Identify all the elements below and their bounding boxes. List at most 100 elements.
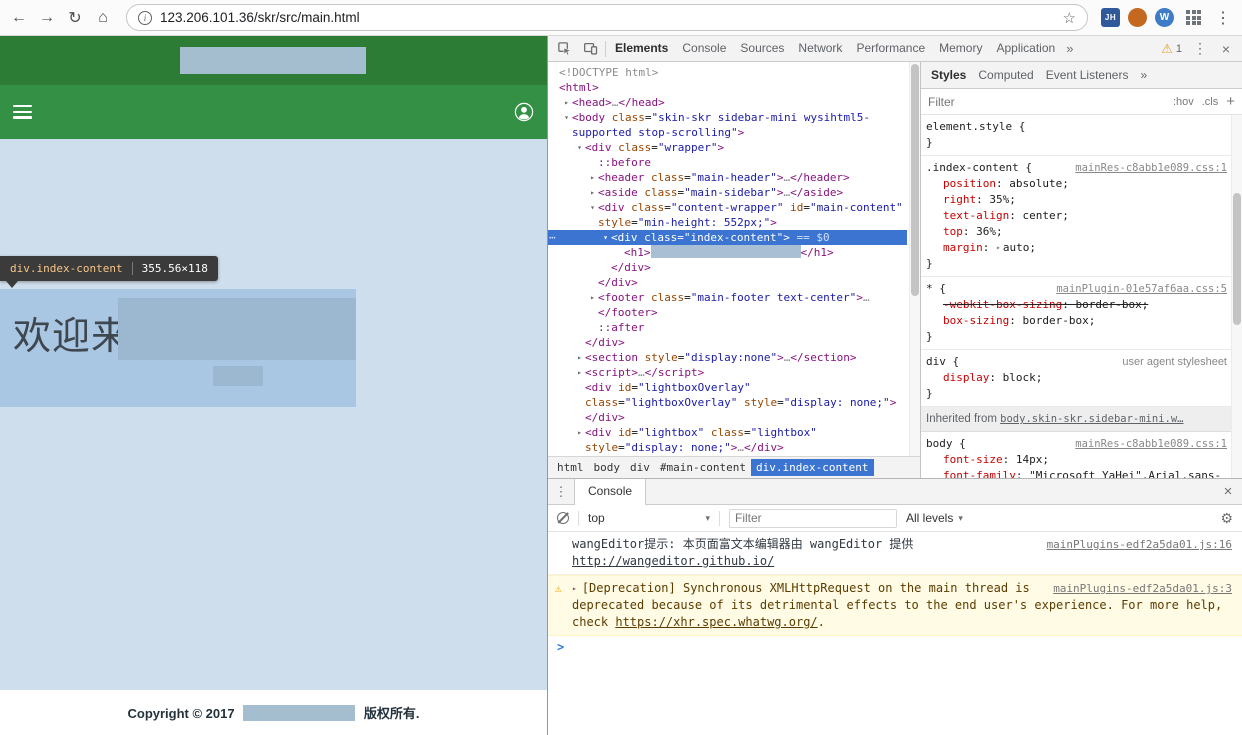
log-level-selector[interactable]: All levels ▾ (906, 511, 963, 525)
forward-button[interactable]: → (34, 5, 60, 31)
dom-tree-node[interactable]: ▸ <footer class="main-footer text-center"… (548, 290, 907, 320)
dom-tree-node[interactable]: ::before (548, 155, 907, 170)
pseudo-state-toggle[interactable]: :hov (1173, 96, 1194, 108)
console-filter-input[interactable] (729, 508, 897, 528)
back-button[interactable]: ← (6, 5, 32, 31)
reload-button[interactable]: ↻ (62, 5, 88, 31)
dom-tree-node[interactable]: </div> (548, 410, 907, 425)
drawer-menu-icon[interactable]: ⋮ (548, 484, 574, 500)
styles-tab-overflow-chevron[interactable]: » (1134, 68, 1153, 82)
breadcrumb-item[interactable]: #main-content (655, 459, 751, 476)
styles-tab-computed[interactable]: Computed (972, 68, 1039, 82)
dom-tree-node[interactable]: ▾ <div class="wrapper"> (548, 140, 907, 155)
tab-overflow-chevron[interactable]: » (1062, 41, 1077, 56)
console-message-link[interactable]: https://xhr.spec.whatwg.org/ (615, 615, 817, 629)
page-info-icon[interactable]: i (138, 10, 152, 25)
dom-tree-node[interactable]: </div> (548, 260, 907, 275)
dom-tree-node[interactable]: ▸ <head>…</head> (548, 95, 907, 110)
url-input[interactable] (160, 10, 1055, 25)
clear-console-icon[interactable] (557, 512, 569, 524)
devtools-tab-network[interactable]: Network (791, 36, 849, 61)
chrome-menu-button[interactable]: ⋮ (1210, 5, 1236, 31)
dom-tree-node[interactable]: ⋯ ▾ <div class="index-content"> == $0 (548, 230, 907, 245)
css-property[interactable]: font-size: 14px; (926, 452, 1227, 468)
disclosure-closed-icon[interactable]: ▸ (574, 365, 585, 380)
disclosure-closed-icon[interactable]: ▸ (574, 350, 585, 365)
css-property[interactable]: box-sizing: border-box; (926, 313, 1227, 329)
disclosure-closed-icon[interactable]: ▸ (574, 425, 585, 440)
scrollbar-thumb[interactable] (1233, 193, 1241, 325)
css-property[interactable]: margin: ▸ auto; (926, 240, 1227, 256)
disclosure-open-icon[interactable]: ▾ (600, 230, 611, 245)
bookmark-star-icon[interactable]: ☆ (1063, 9, 1076, 27)
dom-tree-node[interactable]: ▸ <aside class="main-sidebar">…</aside> (548, 185, 907, 200)
css-selector[interactable]: * { (926, 282, 946, 295)
disclosure-closed-icon[interactable]: ▸ (587, 290, 598, 305)
css-source-link[interactable]: mainRes-c8abb1e089.css:1 (1075, 436, 1227, 452)
dom-tree-node[interactable]: </div> (548, 275, 907, 290)
console-message-link[interactable]: http://wangeditor.github.io/ (572, 554, 774, 568)
dom-tree-node[interactable]: <!DOCTYPE html> (548, 65, 907, 80)
expand-shorthand-icon[interactable]: ▸ (996, 243, 1001, 252)
css-source-link[interactable]: mainPlugin-01e57af6aa.css:5 (1056, 281, 1227, 297)
expand-message-icon[interactable]: ▸ (572, 584, 577, 593)
inspect-element-button[interactable] (551, 36, 577, 61)
dom-tree-node[interactable]: </div> (548, 335, 907, 350)
css-selector[interactable]: body { (926, 437, 966, 450)
css-property[interactable]: display: block; (926, 370, 1227, 386)
console-source-link[interactable]: mainPlugins-edf2a5da01.js:3 (1053, 580, 1232, 597)
disclosure-closed-icon[interactable]: ▸ (587, 185, 598, 200)
extension-icon-orange[interactable] (1128, 8, 1147, 27)
css-selector[interactable]: .index-content { (926, 161, 1032, 174)
inherited-node-link[interactable]: body.skin-skr.sidebar-mini.w… (1000, 413, 1183, 425)
console-drawer-tab[interactable]: Console (574, 478, 647, 505)
dom-tree-node[interactable]: <div id="lightboxOverlay" class="lightbo… (548, 380, 907, 410)
user-account-icon[interactable] (514, 102, 534, 122)
disclosure-open-icon[interactable]: ▾ (574, 140, 585, 155)
css-selector[interactable]: div { (926, 355, 959, 368)
console-source-link[interactable]: mainPlugins-edf2a5da01.js:16 (1047, 536, 1232, 553)
disclosure-closed-icon[interactable]: ▸ (587, 170, 598, 185)
css-property[interactable]: -webkit-box-sizing: border-box; (926, 297, 1227, 313)
styles-filter-input[interactable] (928, 94, 1165, 109)
breadcrumb-item[interactable]: div (625, 459, 655, 476)
element-class-toggle[interactable]: .cls (1202, 96, 1219, 108)
css-property[interactable]: text-align: center; (926, 208, 1227, 224)
apps-grid-icon[interactable] (1186, 10, 1201, 25)
elements-scrollbar[interactable] (909, 62, 920, 456)
devtools-close-button[interactable]: × (1213, 36, 1239, 61)
css-property[interactable]: position: absolute; (926, 176, 1227, 192)
devtools-tab-sources[interactable]: Sources (733, 36, 791, 61)
disclosure-open-icon[interactable]: ▾ (587, 200, 598, 215)
dom-tree-node[interactable]: ▸ <header class="main-header">…</header> (548, 170, 907, 185)
styles-tab-event-listeners[interactable]: Event Listeners (1040, 68, 1135, 82)
device-toolbar-button[interactable] (577, 36, 603, 61)
devtools-tab-application[interactable]: Application (989, 36, 1062, 61)
disclosure-closed-icon[interactable]: ▸ (561, 95, 572, 110)
devtools-tab-elements[interactable]: Elements (608, 36, 675, 61)
console-settings-gear-icon[interactable]: ⚙ (1220, 510, 1233, 527)
issues-warning-badge[interactable]: ⚠ 1 (1156, 41, 1187, 57)
extension-icon-w[interactable]: W (1155, 8, 1174, 27)
breadcrumb-item[interactable]: div.index-content (750, 459, 874, 476)
extension-icon-jh[interactable]: JH (1101, 8, 1120, 27)
devtools-tab-console[interactable]: Console (675, 36, 733, 61)
styles-tab-styles[interactable]: Styles (925, 68, 972, 82)
scrollbar-thumb[interactable] (911, 64, 919, 296)
disclosure-open-icon[interactable]: ▾ (561, 110, 572, 125)
console-prompt[interactable]: > (548, 636, 1242, 658)
home-button[interactable]: ⌂ (90, 5, 116, 31)
new-style-rule-button[interactable]: + (1226, 93, 1235, 110)
url-bar[interactable]: i ☆ (126, 4, 1088, 31)
dom-tree-node[interactable]: ▸ <section style="display:none">…</sectio… (548, 350, 907, 365)
devtools-menu-button[interactable]: ⋮ (1187, 36, 1213, 61)
dom-tree-node[interactable]: ▾ <body class="skin-skr sidebar-mini wysi… (548, 110, 907, 140)
css-property[interactable]: font-family: "Microsoft YaHei",Arial,san… (926, 468, 1227, 478)
css-selector[interactable]: element.style { (926, 120, 1025, 133)
dom-tree-node[interactable]: ::after (548, 320, 907, 335)
dom-tree-node[interactable]: <h1> </h1> (548, 245, 907, 260)
dom-tree-node[interactable]: <html> (548, 80, 907, 95)
dom-tree-node[interactable]: ▸ <div id="lightbox" class="lightbox" sty… (548, 425, 907, 455)
dom-tree-node[interactable]: ▾ <div class="content-wrapper" id="main-c… (548, 200, 907, 230)
console-context-selector[interactable]: top ▾ (588, 511, 710, 525)
